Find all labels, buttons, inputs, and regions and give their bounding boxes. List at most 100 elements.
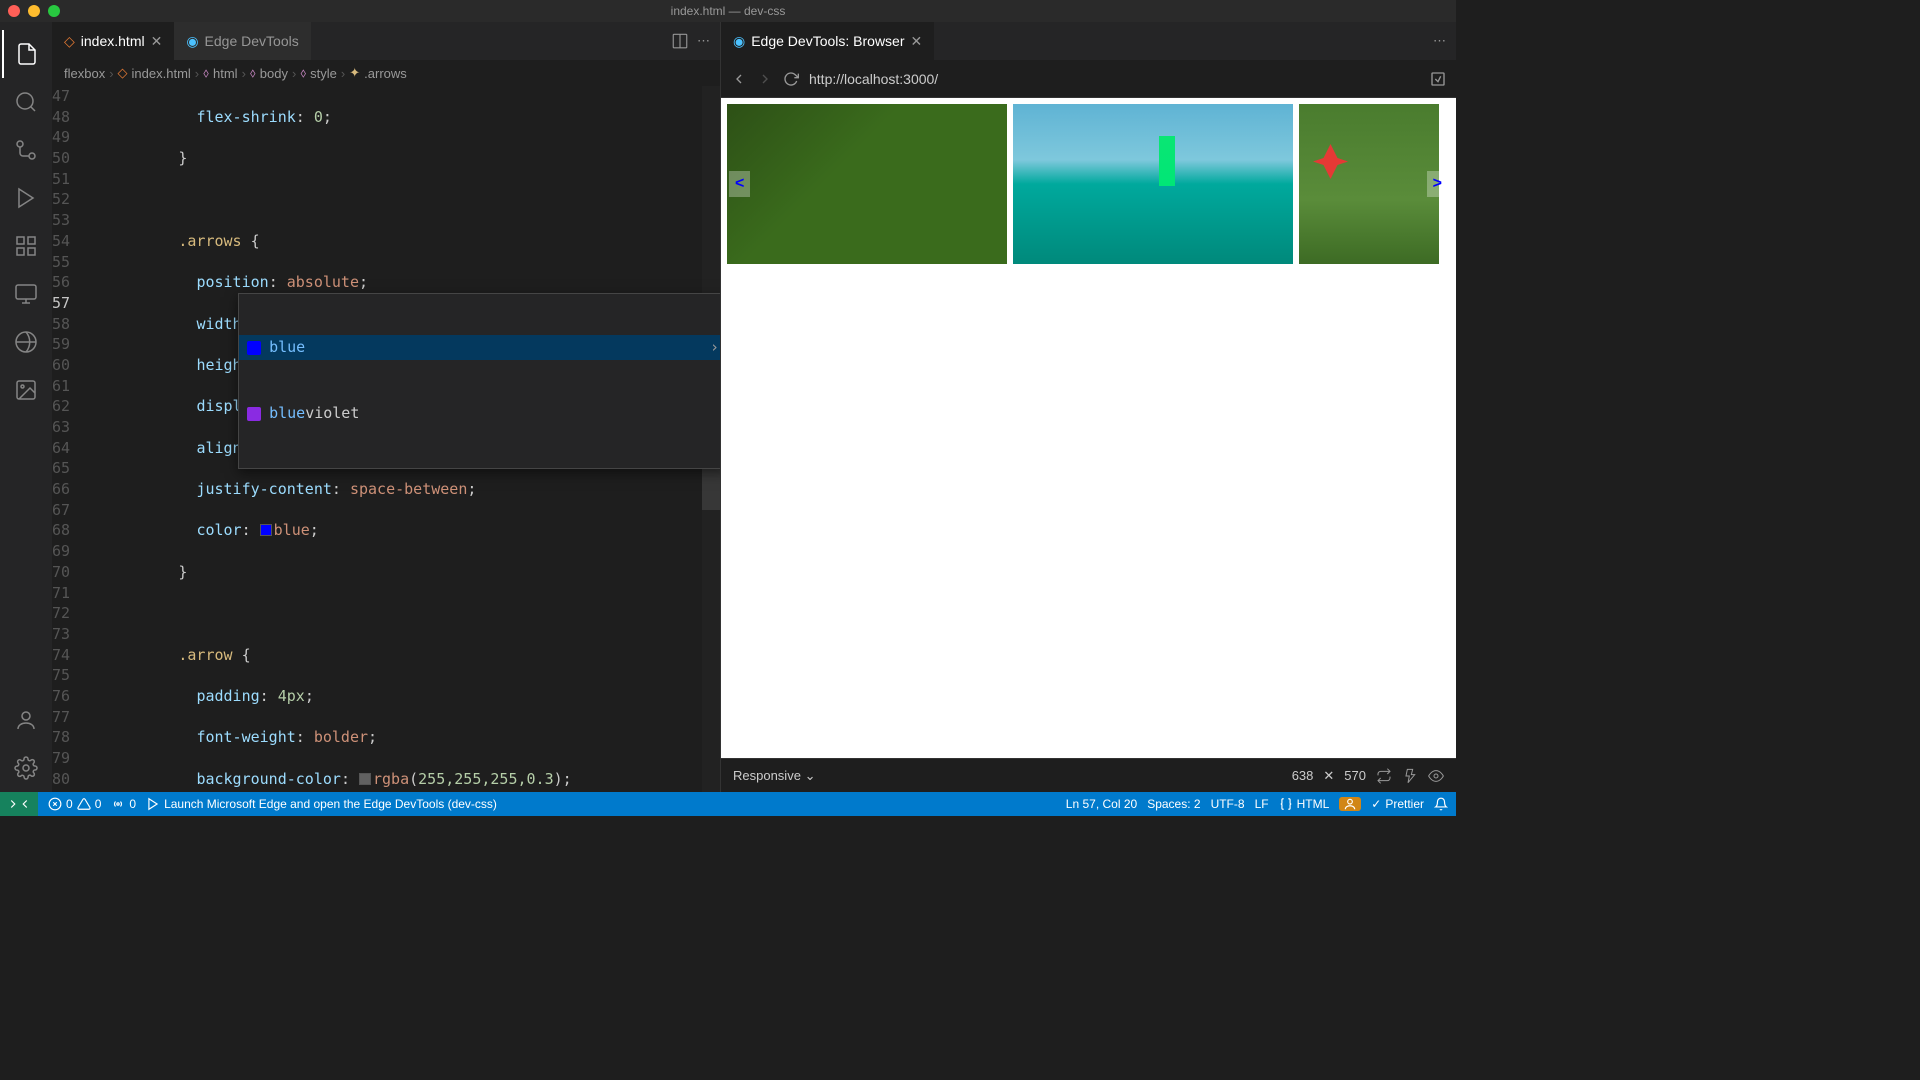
breadcrumb[interactable]: flexbox › ◇ index.html › ⬨ html › ⬨ body… xyxy=(52,60,720,86)
carousel-prev-button[interactable]: < xyxy=(729,171,750,197)
activity-bar xyxy=(0,22,52,792)
indentation[interactable]: Spaces: 2 xyxy=(1147,797,1200,811)
viewport-footer: Responsive ⌄ 638 ✕ 570 xyxy=(721,758,1456,792)
editor-tab-bar: ◇ index.html ✕ ◉ Edge DevTools ⋯ xyxy=(52,22,720,60)
code-lines[interactable]: flex-shrink: 0; } .arrows { position: ab… xyxy=(88,86,720,792)
chevron-down-icon: ⌄ xyxy=(805,768,816,783)
symbol-icon: ✦ xyxy=(349,65,360,81)
source-control-icon[interactable] xyxy=(2,126,50,174)
eye-icon[interactable] xyxy=(1428,768,1444,784)
url-bar xyxy=(721,60,1456,98)
html-file-icon: ◇ xyxy=(118,65,128,81)
more-actions-icon[interactable]: ⋯ xyxy=(1433,33,1446,49)
minimize-window-icon[interactable] xyxy=(28,5,40,17)
encoding[interactable]: UTF-8 xyxy=(1211,797,1245,811)
back-icon[interactable] xyxy=(731,71,747,87)
tab-edge-devtools[interactable]: ◉ Edge DevTools xyxy=(174,22,310,60)
tab-label: index.html xyxy=(81,33,145,49)
breadcrumb-body[interactable]: body xyxy=(260,66,288,81)
symbol-icon: ⬨ xyxy=(300,65,306,81)
traffic-lights xyxy=(8,5,60,17)
breadcrumb-file[interactable]: index.html xyxy=(132,66,191,81)
close-window-icon[interactable] xyxy=(8,5,20,17)
settings-icon[interactable] xyxy=(2,744,50,792)
problems-indicator[interactable]: 0 0 xyxy=(48,797,101,811)
live-share[interactable] xyxy=(1339,797,1361,811)
forward-icon[interactable] xyxy=(757,71,773,87)
tab-edge-browser[interactable]: ◉ Edge DevTools: Browser ✕ xyxy=(721,22,934,60)
tab-label: Edge DevTools: Browser xyxy=(751,33,904,49)
images-icon[interactable] xyxy=(2,366,50,414)
broadcast-icon xyxy=(111,797,125,811)
explorer-icon[interactable] xyxy=(2,30,50,78)
tab-index-html[interactable]: ◇ index.html ✕ xyxy=(52,22,174,60)
viewport-mode[interactable]: Responsive ⌄ xyxy=(733,768,815,784)
color-swatch-icon[interactable] xyxy=(359,773,371,785)
rotate-icon[interactable] xyxy=(1376,768,1392,784)
close-tab-icon[interactable]: ✕ xyxy=(151,33,163,50)
breadcrumb-style[interactable]: style xyxy=(310,66,337,81)
window-title: index.html — dev-css xyxy=(671,4,786,18)
autocomplete-label: blue xyxy=(269,338,305,356)
tab-actions: ⋯ xyxy=(661,22,720,60)
carousel-arrows: < > xyxy=(727,104,1450,264)
browser-pane: ◉ Edge DevTools: Browser ✕ ⋯ < > xyxy=(720,22,1456,792)
chevron-right-icon: › xyxy=(341,66,345,81)
viewport-height[interactable]: 570 xyxy=(1344,768,1366,783)
remote-explorer-icon[interactable] xyxy=(2,270,50,318)
warning-icon xyxy=(77,797,91,811)
edge-icon: ◉ xyxy=(733,33,745,50)
close-tab-icon[interactable]: ✕ xyxy=(911,33,923,50)
maximize-window-icon[interactable] xyxy=(48,5,60,17)
browser-tab-bar: ◉ Edge DevTools: Browser ✕ ⋯ xyxy=(721,22,1456,60)
cursor-position[interactable]: Ln 57, Col 20 xyxy=(1066,797,1137,811)
autocomplete-item[interactable]: blue › xyxy=(239,335,720,360)
chevron-right-icon: › xyxy=(242,66,246,81)
breadcrumb-html[interactable]: html xyxy=(213,66,238,81)
edge-tools-icon[interactable] xyxy=(2,318,50,366)
check-icon: ✓ xyxy=(1371,797,1381,811)
remote-indicator[interactable] xyxy=(0,792,38,816)
symbol-icon: ⬨ xyxy=(250,65,256,81)
flashlight-icon[interactable] xyxy=(1402,768,1418,784)
breadcrumb-folder[interactable]: flexbox xyxy=(64,66,105,81)
inspect-icon[interactable] xyxy=(1430,71,1446,87)
autocomplete-label: blueviolet xyxy=(269,403,719,424)
prettier-status[interactable]: ✓ Prettier xyxy=(1371,797,1424,811)
ports-indicator[interactable]: 0 xyxy=(111,797,136,811)
launch-task[interactable]: Launch Microsoft Edge and open the Edge … xyxy=(146,797,497,811)
chevron-right-icon: › xyxy=(109,66,113,81)
chevron-right-icon: › xyxy=(195,66,199,81)
notifications-icon[interactable] xyxy=(1434,797,1448,811)
split-editor-icon[interactable] xyxy=(671,32,689,50)
status-bar: 0 0 0 Launch Microsoft Edge and open the… xyxy=(0,792,1456,816)
tab-actions: ⋯ xyxy=(1423,22,1456,60)
html-file-icon: ◇ xyxy=(64,33,75,50)
accounts-icon[interactable] xyxy=(2,696,50,744)
autocomplete-item[interactable]: blueviolet xyxy=(239,401,720,426)
chevron-right-icon: › xyxy=(710,337,719,358)
extensions-icon[interactable] xyxy=(2,222,50,270)
color-swatch-icon[interactable] xyxy=(260,524,272,536)
run-debug-icon[interactable] xyxy=(2,174,50,222)
language-mode[interactable]: HTML xyxy=(1279,797,1330,811)
carousel-next-button[interactable]: > xyxy=(1427,171,1448,197)
search-icon[interactable] xyxy=(2,78,50,126)
chevron-right-icon: › xyxy=(292,66,296,81)
line-gutter: 4748495051525354555657585960616263646566… xyxy=(52,86,88,792)
refresh-icon[interactable] xyxy=(783,71,799,87)
autocomplete-popup[interactable]: blue › blueviolet xyxy=(238,293,720,469)
color-swatch-icon xyxy=(247,341,261,355)
editor-pane: ◇ index.html ✕ ◉ Edge DevTools ⋯ flexbox… xyxy=(52,22,720,792)
error-icon xyxy=(48,797,62,811)
person-icon xyxy=(1343,797,1357,811)
code-editor[interactable]: 4748495051525354555657585960616263646566… xyxy=(52,86,720,792)
url-input[interactable] xyxy=(809,71,1420,87)
more-actions-icon[interactable]: ⋯ xyxy=(697,33,710,49)
edge-icon: ◉ xyxy=(186,33,198,50)
viewport-width[interactable]: 638 xyxy=(1292,768,1314,783)
breadcrumb-selector[interactable]: .arrows xyxy=(364,66,407,81)
symbol-icon: ⬨ xyxy=(203,65,209,81)
eol[interactable]: LF xyxy=(1255,797,1269,811)
browser-viewport[interactable]: < > xyxy=(721,98,1456,758)
